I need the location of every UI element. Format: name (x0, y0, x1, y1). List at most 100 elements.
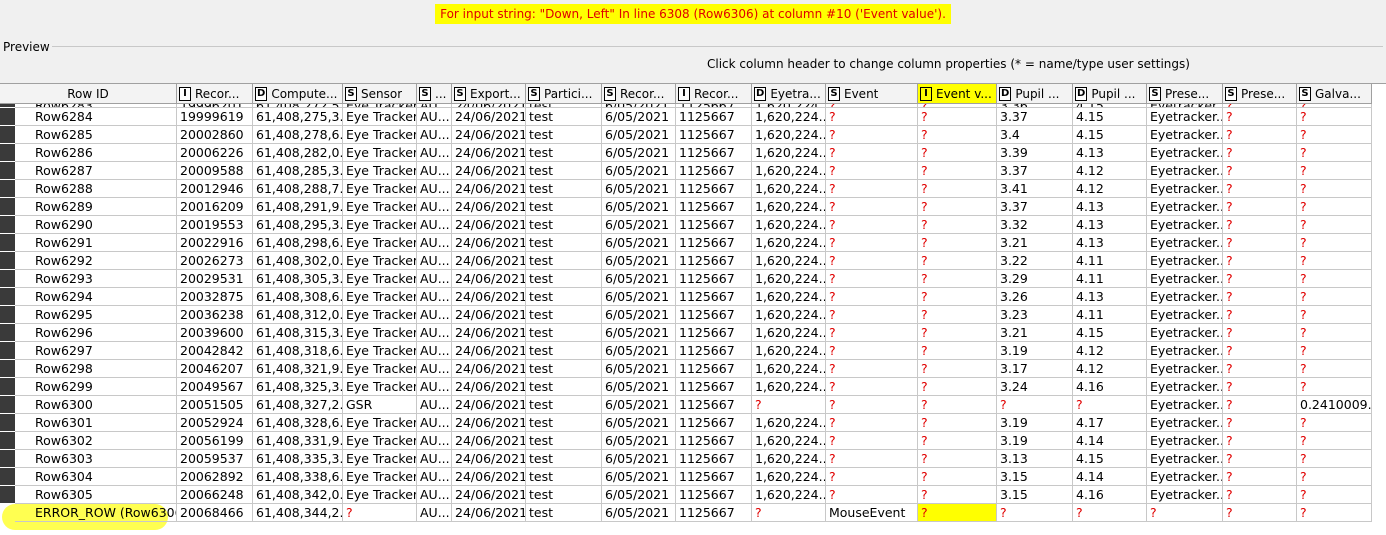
table-row[interactable]: Row6303 20059537 61,408,335,3... Eye Tracke… (0, 450, 1386, 468)
table-cell: ? (918, 252, 997, 270)
table-cell: Eyetracker... (1147, 198, 1223, 216)
table-cell: 61,408,338,6... (253, 468, 343, 486)
preview-table[interactable]: Row ID I Recor... D Compute... S Sensor S... S Ex… (0, 83, 1386, 535)
table-row[interactable]: Row6290 20019553 61,408,295,3... Eye Tracke… (0, 216, 1386, 234)
row-marker (0, 360, 15, 378)
table-cell: ? (1297, 108, 1372, 126)
table-cell: Eyetracker... (1147, 360, 1223, 378)
table-row[interactable]: Row6295 20036238 61,408,312,0... Eye Tracke… (0, 306, 1386, 324)
row-marker (0, 324, 15, 342)
table-row[interactable]: Row6292 20026273 61,408,302,0... Eye Tracke… (0, 252, 1386, 270)
table-cell: ? (826, 234, 918, 252)
table-row[interactable]: Row6301 20052924 61,408,328,6... Eye Tracke… (0, 414, 1386, 432)
table-cell: 6/05/2021 (602, 288, 676, 306)
table-cell: 20066248 (177, 486, 253, 504)
table-cell: AU... (417, 180, 452, 198)
table-row[interactable]: Row6300 20051505 61,408,327,2... GSR AU... 24… (0, 396, 1386, 414)
preview-divider (52, 46, 1383, 47)
table-row[interactable]: Row6285 20002860 61,408,278,6... Eye Tracke… (0, 126, 1386, 144)
table-row[interactable]: Row6299 20049567 61,408,325,3... Eye Tracke… (0, 378, 1386, 396)
table-cell: ? (918, 360, 997, 378)
column-header-label: Prese... (1241, 86, 1286, 101)
table-cell: 24/06/2021 (452, 234, 526, 252)
table-row[interactable]: Row6286 20006226 61,408,282,0... Eye Tracke… (0, 144, 1386, 162)
column-header-13[interactable]: D Pupil ... (1073, 84, 1147, 104)
table-cell: ? (918, 342, 997, 360)
table-cell: ? (1297, 378, 1372, 396)
table-cell: 61,408,302,0... (253, 252, 343, 270)
column-header-0[interactable]: Row ID (0, 84, 177, 104)
table-cell: test (526, 252, 602, 270)
table-cell: ? (918, 180, 997, 198)
table-row[interactable]: Row6289 20016209 61,408,291,9... Eye Tracke… (0, 198, 1386, 216)
table-row[interactable]: Row6284 19999619 61,408,275,3... Eye Tracke… (0, 108, 1386, 126)
table-cell: Eye Tracker (343, 432, 417, 450)
table-cell: 61,408,298,6... (253, 234, 343, 252)
column-header-14[interactable]: S Prese... (1147, 84, 1223, 104)
table-row[interactable]: Row6304 20062892 61,408,338,6... Eye Tracke… (0, 468, 1386, 486)
column-type-badge: S (1225, 86, 1237, 101)
column-header-11[interactable]: I Event v... (918, 84, 997, 104)
column-header-15[interactable]: S Prese... (1223, 84, 1297, 104)
column-header-12[interactable]: D Pupil ... (997, 84, 1073, 104)
column-header-10[interactable]: S Event (826, 84, 918, 104)
column-header-16[interactable]: S Galva... (1297, 84, 1372, 104)
table-cell: 3.24 (997, 378, 1073, 396)
table-row[interactable]: Row6288 20012946 61,408,288,7... Eye Tracke… (0, 180, 1386, 198)
table-cell: 1125667 (676, 306, 752, 324)
table-cell: 1,620,224... (752, 342, 826, 360)
table-row[interactable]: Row6296 20039600 61,408,315,3... Eye Tracke… (0, 324, 1386, 342)
column-header-7[interactable]: S Recor... (602, 84, 676, 104)
row-id-cell: Row6294 (15, 288, 177, 306)
table-cell: 1125667 (676, 324, 752, 342)
table-cell: Eyetracker... (1147, 324, 1223, 342)
table-cell: ? (1223, 342, 1297, 360)
table-row[interactable]: Row6287 20009588 61,408,285,3... Eye Tracke… (0, 162, 1386, 180)
table-row[interactable]: Row6298 20046207 61,408,321,9... Eye Tracke… (0, 360, 1386, 378)
table-cell: 20051505 (177, 396, 253, 414)
column-header-9[interactable]: D Eyetra... (752, 84, 826, 104)
table-cell: 24/06/2021 (452, 180, 526, 198)
table-cell: 61,408,325,3... (253, 378, 343, 396)
table-row[interactable]: Row6293 20029531 61,408,305,3... Eye Tracke… (0, 270, 1386, 288)
column-header-6[interactable]: S Partici... (526, 84, 602, 104)
table-cell: 1125667 (676, 432, 752, 450)
table-cell: Eyetracker... (1147, 450, 1223, 468)
column-header-2[interactable]: D Compute... (253, 84, 343, 104)
table-cell: ? (1223, 126, 1297, 144)
table-cell: ? (918, 468, 997, 486)
table-cell: 61,408,288,7... (253, 180, 343, 198)
table-cell: test (526, 378, 602, 396)
table-row[interactable]: Row6297 20042842 61,408,318,6... Eye Tracke… (0, 342, 1386, 360)
table-row[interactable]: Row6291 20022916 61,408,298,6... Eye Tracke… (0, 234, 1386, 252)
table-cell: 1,620,224... (752, 162, 826, 180)
table-row[interactable]: Row6305 20066248 61,408,342,0... Eye Tracke… (0, 486, 1386, 504)
table-cell: 6/05/2021 (602, 396, 676, 414)
table-cell: AU... (417, 324, 452, 342)
column-header-4[interactable]: S... (417, 84, 452, 104)
table-cell: 3.41 (997, 180, 1073, 198)
table-cell: ? (1223, 180, 1297, 198)
table-cell: 24/06/2021 (452, 126, 526, 144)
table-cell: AU... (417, 162, 452, 180)
column-header-1[interactable]: I Recor... (177, 84, 253, 104)
row-id-cell: Row6305 (15, 486, 177, 504)
table-cell: 6/05/2021 (602, 216, 676, 234)
table-cell: ? (752, 504, 826, 522)
table-row[interactable]: Row6294 20032875 61,408,308,6... Eye Tracke… (0, 288, 1386, 306)
table-cell: Eyetracker... (1147, 486, 1223, 504)
column-header-3[interactable]: S Sensor (343, 84, 417, 104)
table-cell: 20032875 (177, 288, 253, 306)
column-header-8[interactable]: I Recor... (676, 84, 752, 104)
table-cell: 61,408,327,2... (253, 396, 343, 414)
column-type-badge: S (454, 86, 466, 101)
error-row[interactable]: ERROR_ROW (Row6306) 20068466 61,408,344,2.… (0, 504, 1386, 530)
table-cell: ? (918, 414, 997, 432)
table-cell: ? (1223, 198, 1297, 216)
table-cell: Eye Tracker (343, 270, 417, 288)
column-header-5[interactable]: S Export... (452, 84, 526, 104)
table-cell: 4.12 (1073, 162, 1147, 180)
column-header-label: Galva... (1315, 86, 1361, 101)
row-id-cell: Row6297 (15, 342, 177, 360)
table-row[interactable]: Row6302 20056199 61,408,331,9... Eye Tracke… (0, 432, 1386, 450)
